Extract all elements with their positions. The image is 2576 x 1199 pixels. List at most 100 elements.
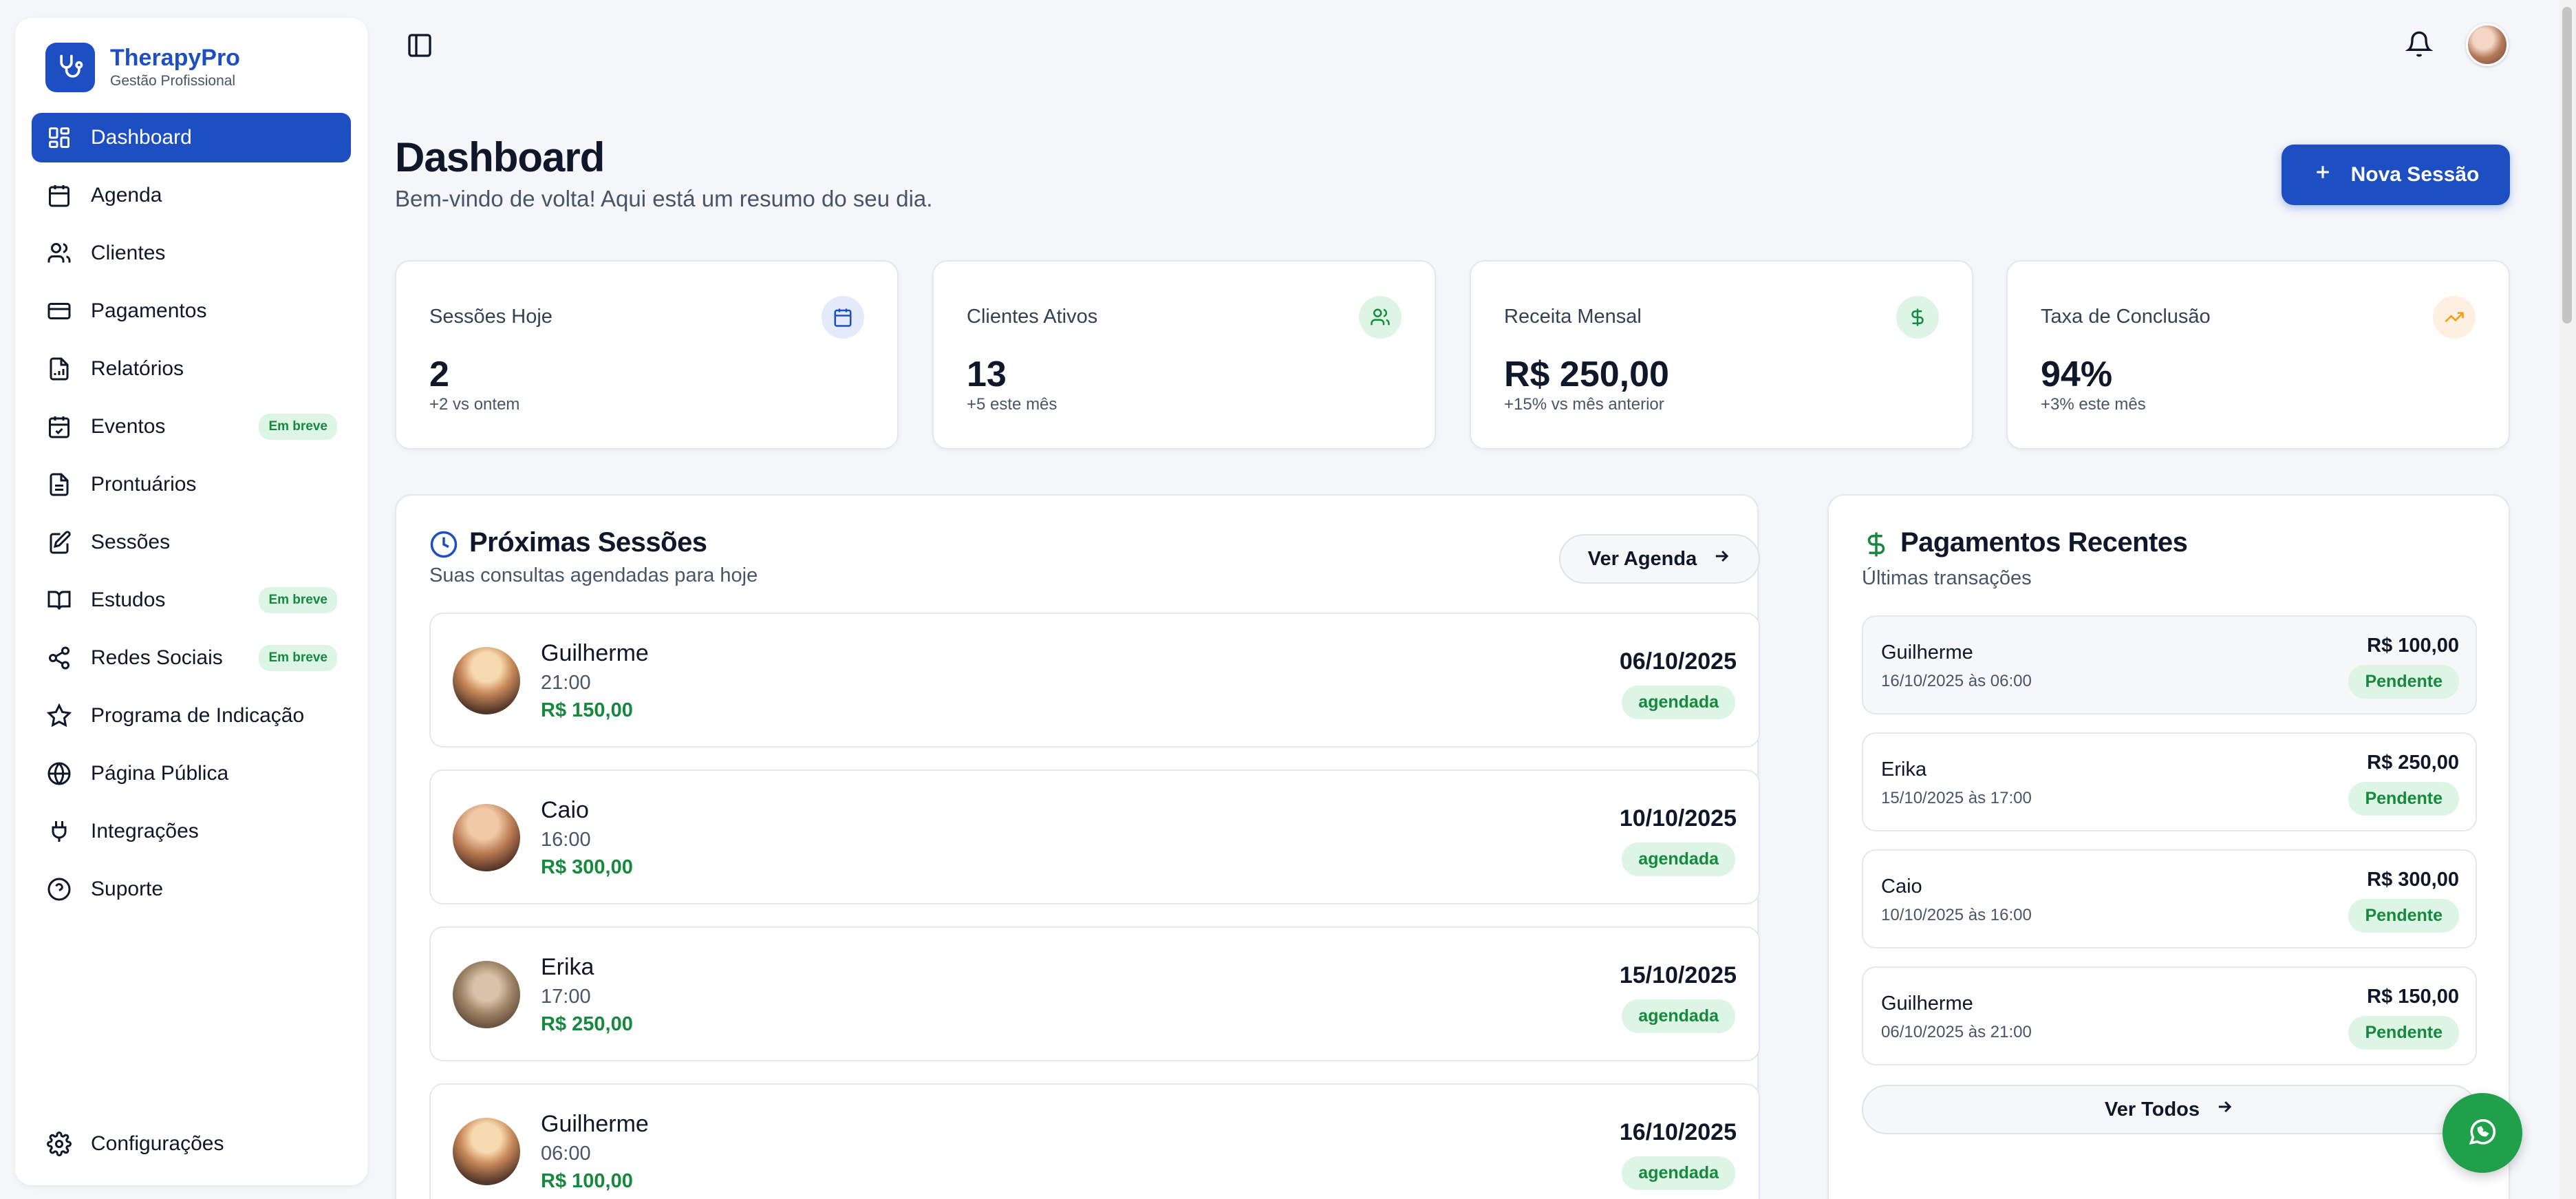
stat-label: Sessões Hoje	[429, 306, 552, 328]
view-all-label: Ver Todos	[2104, 1098, 2200, 1121]
recent-payments-panel: Pagamentos Recentes Últimas transações G…	[1827, 494, 2510, 1199]
view-agenda-button[interactable]: Ver Agenda	[1559, 534, 1760, 584]
status-badge: agendada	[1622, 1156, 1735, 1190]
whatsapp-button[interactable]	[2443, 1093, 2522, 1173]
arrow-right-icon	[2215, 1097, 2234, 1122]
sidebar-item-prontuarios[interactable]: Prontuários	[32, 460, 351, 509]
sidebar-item-pagina-publica[interactable]: Página Pública	[32, 749, 351, 798]
users-icon	[1359, 296, 1402, 339]
sidebar-item-suporte[interactable]: Suporte	[32, 864, 351, 914]
avatar[interactable]	[2466, 23, 2509, 66]
payment-client: Guilherme	[1881, 993, 1973, 1015]
new-session-button[interactable]: Nova Sessão	[2282, 145, 2510, 205]
edit-note-icon	[45, 529, 73, 556]
session-date: 16/10/2025	[1619, 1119, 1737, 1145]
sidebar-item-label: Relatórios	[91, 357, 184, 380]
sidebar-item-pagamentos[interactable]: Pagamentos	[32, 286, 351, 336]
client-avatar	[453, 647, 520, 714]
panel-title: Pagamentos Recentes	[1900, 527, 2188, 558]
share-icon	[45, 644, 73, 672]
star-icon	[45, 702, 73, 730]
session-price: R$ 100,00	[541, 1170, 633, 1192]
sidebar-item-estudos[interactable]: Estudos Em breve	[32, 575, 351, 625]
session-time: 17:00	[541, 986, 591, 1008]
upcoming-sessions-panel: Próximas Sessões Suas consultas agendada…	[395, 494, 1760, 1199]
sidebar-item-label: Página Pública	[91, 762, 229, 785]
sidebar-item-label: Suporte	[91, 878, 164, 900]
brand-name: TherapyPro	[110, 45, 240, 71]
gear-icon	[45, 1130, 73, 1158]
coming-soon-badge: Em breve	[259, 414, 337, 440]
status-badge: Pendente	[2348, 1016, 2459, 1050]
stat-card-clientes-ativos: Clientes Ativos 13 +5 este mês	[932, 260, 1436, 449]
stat-label: Taxa de Conclusão	[2041, 306, 2211, 328]
sidebar-item-clientes[interactable]: Clientes	[32, 229, 351, 278]
sidebar: TherapyPro Gestão Profissional Dashboard…	[15, 18, 367, 1185]
brand[interactable]: TherapyPro Gestão Profissional	[45, 40, 351, 95]
sidebar-item-dashboard[interactable]: Dashboard	[32, 113, 351, 162]
client-name: Guilherme	[541, 640, 649, 666]
calendar-icon	[822, 296, 864, 339]
sidebar-item-label: Sessões	[91, 531, 171, 553]
sidebar-item-configuracoes[interactable]: Configurações	[32, 1119, 351, 1169]
panel-subtitle: Suas consultas agendadas para hoje	[429, 564, 758, 586]
payment-client: Erika	[1881, 758, 1927, 781]
session-time: 06:00	[541, 1143, 591, 1165]
scrollbar-thumb[interactable]	[2562, 7, 2572, 323]
client-avatar	[453, 804, 520, 871]
sidebar-footer: Configurações	[32, 1119, 351, 1169]
session-time: 16:00	[541, 829, 591, 851]
session-date: 06/10/2025	[1619, 648, 1737, 675]
dollar-icon	[1862, 530, 1891, 559]
sidebar-nav: Dashboard Agenda Clientes Pagamentos Rel…	[32, 113, 351, 914]
coming-soon-badge: Em breve	[259, 587, 337, 613]
sidebar-item-label: Integrações	[91, 820, 199, 842]
payment-date: 06/10/2025 às 21:00	[1881, 1023, 2032, 1041]
payment-item[interactable]: Guilherme 06/10/2025 às 21:00 R$ 150,00 …	[1862, 966, 2477, 1065]
bell-icon[interactable]	[2405, 30, 2434, 58]
session-card[interactable]: Erika 17:00 R$ 250,00 15/10/2025 agendad…	[429, 926, 1760, 1061]
client-name: Caio	[541, 797, 589, 823]
session-card[interactable]: Caio 16:00 R$ 300,00 10/10/2025 agendada	[429, 770, 1760, 904]
sidebar-item-eventos[interactable]: Eventos Em breve	[32, 402, 351, 452]
payment-item[interactable]: Guilherme 16/10/2025 às 06:00 R$ 100,00 …	[1862, 615, 2477, 714]
report-icon	[45, 355, 73, 383]
session-card[interactable]: Guilherme 21:00 R$ 150,00 06/10/2025 age…	[429, 613, 1760, 747]
sidebar-item-relatorios[interactable]: Relatórios	[32, 344, 351, 394]
session-date: 15/10/2025	[1619, 962, 1737, 988]
help-icon	[45, 876, 73, 903]
sidebar-item-programa-indicacao[interactable]: Programa de Indicação	[32, 691, 351, 741]
payment-date: 16/10/2025 às 06:00	[1881, 672, 2032, 690]
payment-item[interactable]: Erika 15/10/2025 às 17:00 R$ 250,00 Pend…	[1862, 732, 2477, 831]
view-all-button[interactable]: Ver Todos	[1862, 1085, 2477, 1134]
payment-client: Guilherme	[1881, 641, 1973, 664]
status-badge: agendada	[1622, 999, 1735, 1033]
session-card[interactable]: Guilherme 06:00 R$ 100,00 16/10/2025 age…	[429, 1083, 1760, 1199]
whatsapp-icon	[2467, 1116, 2498, 1150]
sidebar-item-integracoes[interactable]: Integrações	[32, 807, 351, 856]
sidebar-item-label: Estudos	[91, 588, 166, 611]
stat-value: 94%	[2041, 354, 2113, 394]
panel-title: Próximas Sessões	[469, 527, 707, 558]
sidebar-toggle-icon[interactable]	[406, 32, 433, 59]
trending-up-icon	[2433, 296, 2476, 339]
stat-change: +3% este mês	[2041, 395, 2146, 414]
stat-value: 13	[967, 354, 1007, 394]
grid-icon	[45, 124, 73, 151]
sidebar-item-agenda[interactable]: Agenda	[32, 171, 351, 220]
payment-item[interactable]: Caio 10/10/2025 às 16:00 R$ 300,00 Pende…	[1862, 849, 2477, 948]
sidebar-item-redes-sociais[interactable]: Redes Sociais Em breve	[32, 633, 351, 683]
book-icon	[45, 586, 73, 614]
sidebar-item-sessoes[interactable]: Sessões	[32, 518, 351, 567]
payment-amount: R$ 150,00	[2367, 986, 2459, 1008]
sidebar-item-label: Pagamentos	[91, 299, 207, 322]
stat-label: Receita Mensal	[1504, 306, 1642, 328]
page-scrollbar[interactable]	[2559, 0, 2576, 1199]
view-agenda-label: Ver Agenda	[1587, 547, 1697, 570]
stat-change: +15% vs mês anterior	[1504, 395, 1664, 414]
payment-date: 15/10/2025 às 17:00	[1881, 789, 2032, 807]
brand-subtitle: Gestão Profissional	[110, 73, 236, 89]
page-title: Dashboard	[395, 134, 605, 180]
session-price: R$ 150,00	[541, 699, 633, 721]
stat-card-taxa-conclusao: Taxa de Conclusão 94% +3% este mês	[2006, 260, 2510, 449]
